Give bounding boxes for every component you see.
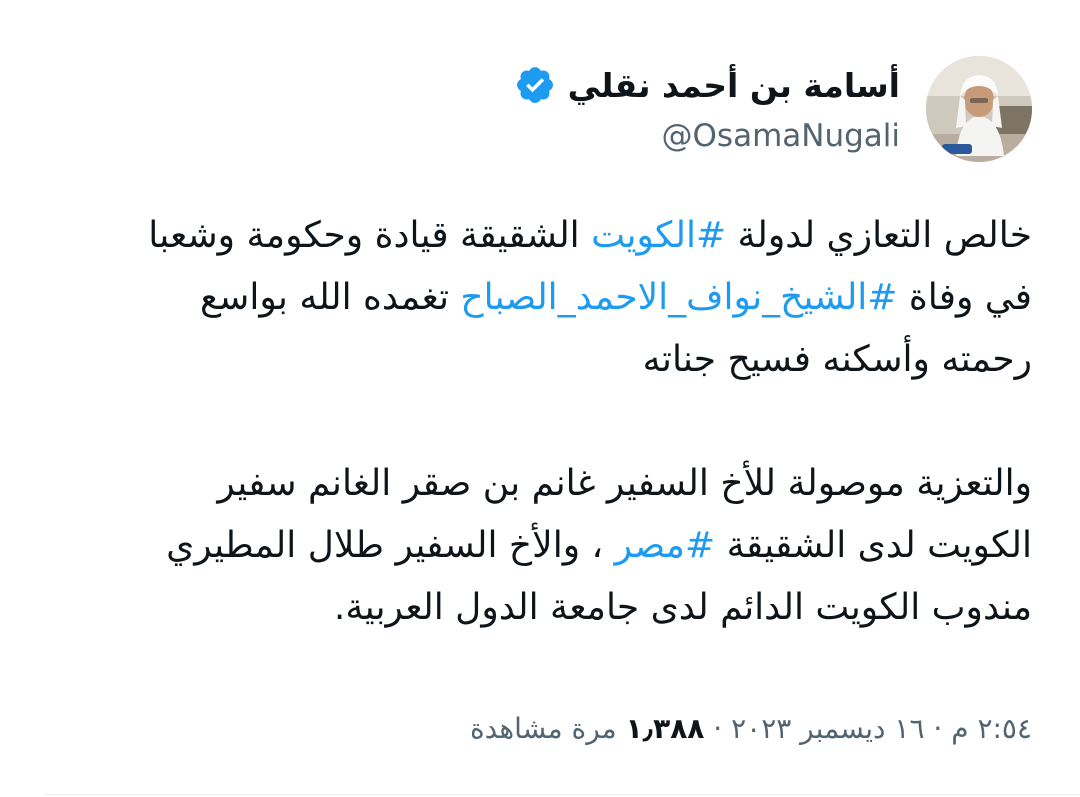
text-segment: ، والأخ السفير طلال المطيري xyxy=(166,525,615,566)
author-name-row: أسامة بن أحمد نقلي xyxy=(514,56,900,114)
divider xyxy=(44,794,1080,795)
tweet-line: خالص التعازي لدولة #الكويت الشقيقة قيادة… xyxy=(42,205,1032,267)
avatar[interactable] xyxy=(926,56,1032,162)
meta-separator: · xyxy=(704,712,732,745)
text-segment: في وفاة xyxy=(897,277,1032,318)
views-count: ١٫٣٨٨ xyxy=(625,712,705,745)
tweet-date[interactable]: ١٦ ديسمبر ٢٠٢٣ xyxy=(731,712,924,745)
author-handle[interactable]: @OsamaNugali xyxy=(662,114,900,158)
tweet-time[interactable]: ٢:٥٤ م xyxy=(951,712,1032,745)
profile-photo xyxy=(926,56,1032,162)
tweet-paragraph-2: والتعزية موصولة للأخ السفير غانم بن صقر … xyxy=(42,453,1032,639)
author-display-name[interactable]: أسامة بن أحمد نقلي xyxy=(568,69,900,102)
tweet-line: في وفاة #الشيخ_نواف_الاحمد_الصباح تغمده … xyxy=(42,267,1032,329)
tweet-line: رحمته وأسكنه فسيح جناته xyxy=(642,339,1032,380)
meta-separator: · xyxy=(924,712,952,745)
text-segment: تغمده الله بواسع xyxy=(200,277,461,318)
tweet-line: مندوب الكويت الدائم لدى جامعة الدول العر… xyxy=(333,587,1032,628)
tweet-paragraph-1: خالص التعازي لدولة #الكويت الشقيقة قيادة… xyxy=(42,205,1032,391)
tweet-metadata: ٢:٥٤ م · ١٦ ديسمبر ٢٠٢٣ · ١٫٣٨٨ مرة مشاه… xyxy=(470,707,1032,751)
tweet-line: والتعزية موصولة للأخ السفير غانم بن صقر … xyxy=(217,463,1032,504)
tweet-line: الكويت لدى الشقيقة #مصر ، والأخ السفير ط… xyxy=(42,515,1032,577)
tweet-text: خالص التعازي لدولة #الكويت الشقيقة قيادة… xyxy=(42,205,1032,639)
hashtag-link[interactable]: #مصر xyxy=(615,525,716,566)
hashtag-link[interactable]: #الشيخ_نواف_الاحمد_الصباح xyxy=(460,277,897,318)
views-label: مرة مشاهدة xyxy=(470,712,626,745)
text-segment: الشقيقة قيادة وحكومة وشعبا xyxy=(148,215,592,256)
hashtag-link[interactable]: #الكويت xyxy=(591,215,726,256)
text-segment: خالص التعازي لدولة xyxy=(726,215,1032,256)
text-segment: الكويت لدى الشقيقة xyxy=(715,525,1032,566)
tweet-card: أسامة بن أحمد نقلي @OsamaNugali خالص الت… xyxy=(0,0,1080,797)
verified-badge-icon xyxy=(516,67,553,103)
